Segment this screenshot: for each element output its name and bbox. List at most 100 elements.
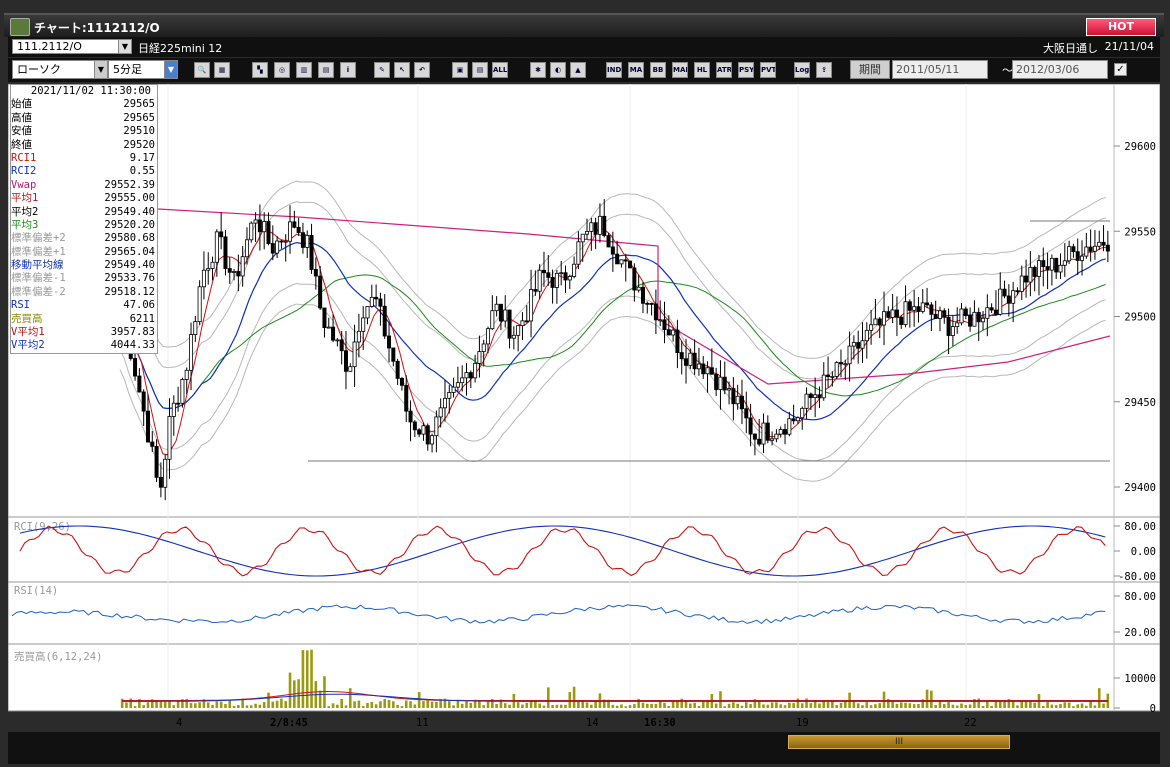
chart-area[interactable]: 29600 29550 29500 29450 29400 RCI(9,26) 80.00 0… [8, 84, 1160, 729]
toolbar-pen-button[interactable]: ✎ [374, 62, 390, 78]
candle-body [369, 296, 374, 307]
date-to-field[interactable]: 2012/03/06 [1012, 60, 1108, 79]
candle-body [856, 342, 861, 349]
candle-body [731, 388, 736, 405]
toolbar-box-button[interactable]: ▣ [452, 62, 468, 78]
candle-body [176, 402, 181, 405]
window-title: チャート:1112112/O [34, 21, 160, 35]
candle-body [1024, 275, 1029, 283]
horizontal-scrollbar[interactable]: III [8, 732, 1160, 752]
toolbar-export-button[interactable]: ⇪ [816, 62, 832, 78]
volume-bar [572, 686, 576, 708]
chart-type-dropdown-icon[interactable]: ▼ [94, 60, 108, 79]
volume-bar [874, 704, 877, 708]
toolbar-bb-button[interactable]: BB [650, 62, 666, 78]
toolbar-color-button[interactable]: ◐ [550, 62, 566, 78]
volume-bar [125, 702, 128, 708]
volume-bar [719, 691, 722, 708]
toolbar-pvt-button[interactable]: PVT [760, 62, 776, 78]
info-row: Vwap 29552.39 [11, 179, 157, 192]
symbol-dropdown-icon[interactable]: ▼ [118, 39, 132, 54]
candle-body [365, 306, 370, 319]
info-value: 29565.04 [104, 245, 155, 258]
toolbar-log-button[interactable]: Log [794, 62, 810, 78]
candle-body [171, 402, 176, 417]
date-range-checkbox[interactable]: ✓ [1114, 63, 1127, 76]
info-row: V平均2 4044.33 [11, 339, 157, 352]
info-row: 高値 29565 [11, 112, 157, 125]
volume-bar [305, 650, 309, 708]
toolbar-zoom-button[interactable]: 🔍 [194, 62, 210, 78]
volume-bar [779, 704, 783, 708]
scroll-thumb[interactable]: III [788, 735, 1010, 749]
volume-bar [732, 702, 735, 708]
candle-body [705, 367, 710, 375]
x-axis-label: 2/8:45 [270, 717, 308, 729]
toolbar-undo-button[interactable]: ↶ [414, 62, 430, 78]
volume-bar [374, 704, 378, 708]
candle-body [331, 326, 336, 341]
toolbar-bars2-button[interactable]: ▤ [318, 62, 334, 78]
toolbar-info-button[interactable]: i [340, 62, 356, 78]
toolbar-gear-button[interactable]: ✱ [530, 62, 546, 78]
candle-body [1101, 241, 1106, 246]
volume-bar [503, 703, 507, 708]
candle-body [1011, 290, 1016, 304]
toolbar-bars-button[interactable]: ▥ [296, 62, 312, 78]
volume-bar [856, 703, 860, 708]
volume-bar [245, 705, 249, 708]
volume-bar [1059, 704, 1062, 708]
volume-bar [301, 650, 305, 708]
candle-body [903, 301, 908, 325]
toolbar-ind-button[interactable]: IND [606, 62, 622, 78]
toolbar-box2-button[interactable]: ▤ [472, 62, 488, 78]
volume-tick-label: 0 [1150, 703, 1156, 715]
volume-bar [762, 704, 765, 708]
market-label: 大阪日通し [1043, 42, 1098, 55]
volume-bar [749, 704, 752, 708]
rci-tick-label: -80.00 [1118, 571, 1156, 583]
toolbar-mae-button[interactable]: MAE [672, 62, 688, 78]
toolbar-grid-button[interactable]: ▦ [214, 62, 230, 78]
volume-bar [633, 704, 636, 708]
candle-body [563, 272, 568, 281]
candle-body [335, 339, 340, 342]
candle-body [520, 320, 525, 327]
interval-dropdown-icon[interactable]: ▼ [164, 60, 178, 79]
candle-body [292, 221, 297, 228]
toolbar-atr-button[interactable]: ATR [716, 62, 732, 78]
toolbar-hl-button[interactable]: HL [694, 62, 710, 78]
volume-bar [534, 701, 537, 708]
candle-body [1088, 246, 1093, 252]
candle-body [339, 339, 344, 352]
info-label: Vwap [11, 178, 37, 191]
hot-button[interactable]: HOT [1086, 18, 1156, 36]
chart-canvas[interactable]: 2960029550295002945029400RCI(9,26) 80.000… [8, 84, 1160, 734]
volume-bar [189, 703, 193, 708]
volume-bar [1046, 702, 1049, 708]
volume-bar [340, 698, 343, 708]
symbol-input[interactable]: 111.2112/O [12, 39, 132, 54]
candle-body [434, 416, 439, 437]
toolbar-paint-button[interactable]: ▲ [570, 62, 586, 78]
candle-body [658, 319, 663, 322]
candle-body [503, 309, 508, 322]
price-tick-label: 29550 [1124, 226, 1156, 238]
volume-bar [323, 676, 326, 708]
candle-body [507, 309, 512, 339]
toolbar-psy-button[interactable]: PSY [738, 62, 754, 78]
toolbar-all-button[interactable]: ALL [492, 62, 508, 78]
candle-body [378, 298, 383, 307]
toolbar-cursor-button[interactable]: ↖ [394, 62, 410, 78]
volume-bar [232, 706, 236, 708]
volume-bar [736, 703, 739, 708]
toolbar-search-button[interactable]: ◎ [274, 62, 290, 78]
date-from-field[interactable]: 2011/05/11 [892, 60, 988, 79]
candle-body [447, 392, 452, 399]
period-button[interactable]: 期間 [850, 60, 890, 79]
toolbar-draw-button[interactable]: ▚ [252, 62, 268, 78]
candle-body [860, 340, 865, 349]
candle-body [318, 275, 323, 309]
toolbar-ma-button[interactable]: MA [628, 62, 644, 78]
candle-body [498, 303, 503, 322]
